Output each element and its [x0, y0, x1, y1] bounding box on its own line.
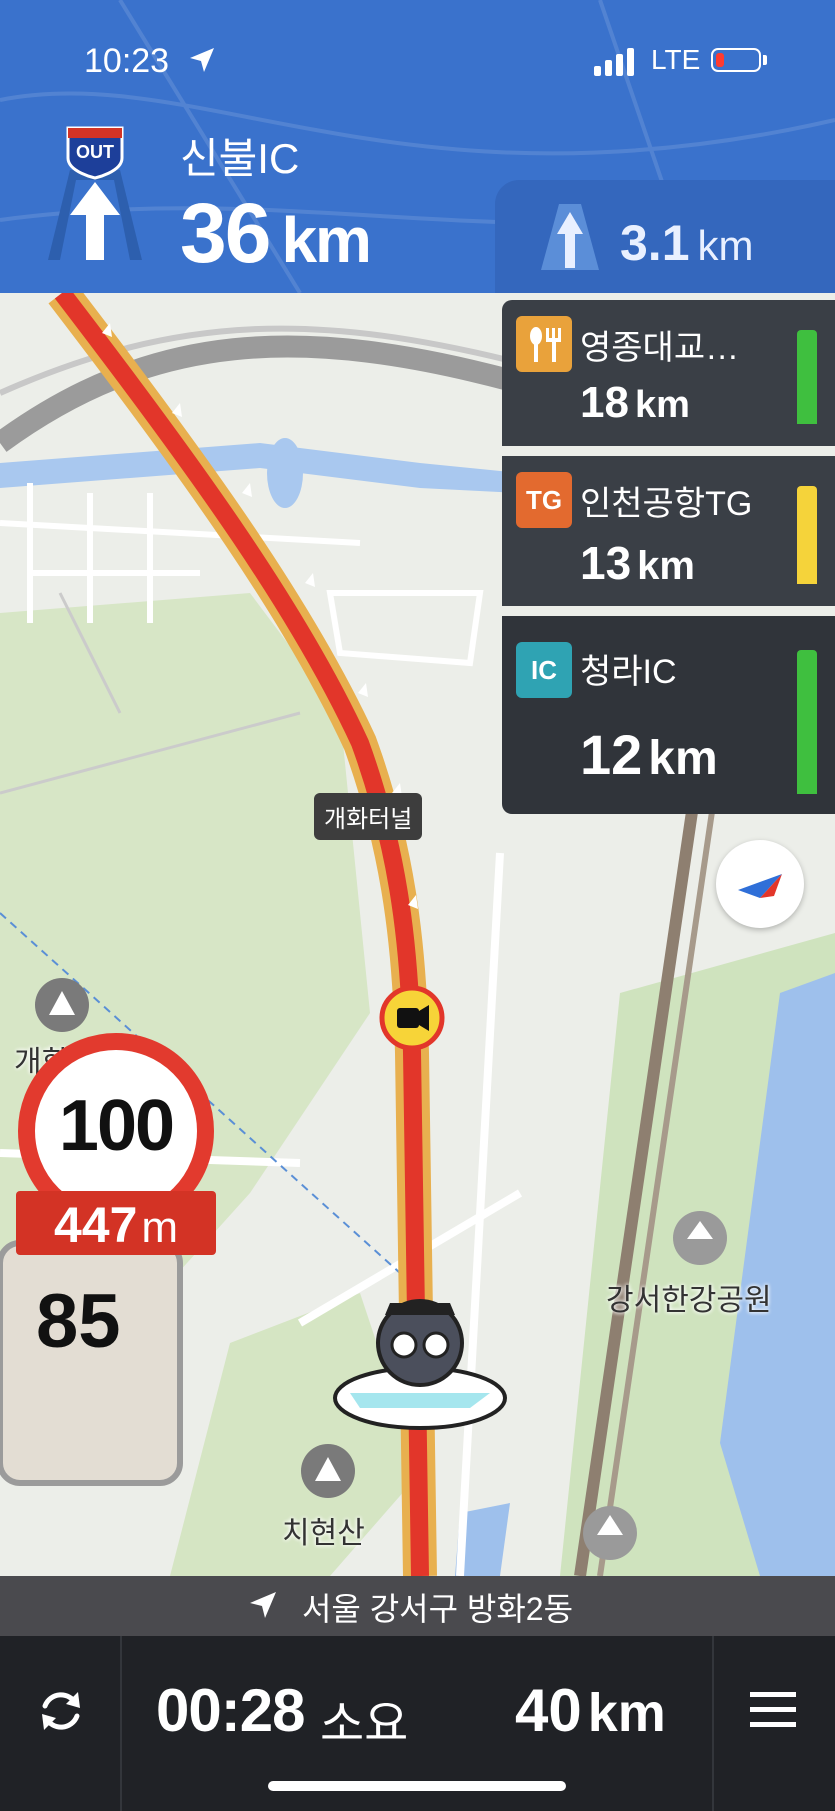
- exit-badge: OUT: [76, 142, 114, 162]
- traffic-bar: [797, 650, 817, 794]
- facility-distance-unit: km: [637, 544, 695, 588]
- map-label-park: 강서한강공원: [606, 1284, 772, 1317]
- facility-distance: 12 km: [580, 722, 718, 787]
- compass-icon: [738, 874, 782, 898]
- next-exit-distance-unit: km: [281, 204, 371, 276]
- facility-distance-value: 18: [580, 378, 629, 427]
- remaining-distance: 40 km: [515, 1676, 666, 1745]
- location-arrow-icon: [190, 48, 214, 72]
- interchange-icon: IC: [516, 642, 572, 698]
- next-exit-name: 신불IC: [180, 135, 300, 182]
- status-time: 10:23: [84, 42, 170, 80]
- battery-icon: [711, 48, 761, 72]
- camera-distance-unit: m: [141, 1203, 179, 1252]
- home-indicator[interactable]: [268, 1781, 566, 1791]
- elapsed-time: 00:28: [156, 1677, 305, 1744]
- map-label-mountain: 치현산: [282, 1517, 365, 1550]
- camera-distance: 447m: [16, 1196, 216, 1254]
- remaining-distance-unit: km: [587, 1683, 666, 1743]
- facility-item-interchange[interactable]: IC 청라IC 12 km: [502, 616, 835, 814]
- refresh-icon: [42, 1692, 80, 1730]
- traffic-bar: [797, 486, 817, 584]
- next-exit-distance: 36 km: [180, 185, 372, 282]
- lane-distance-unit: km: [697, 222, 754, 269]
- current-address: 서울 강서구 방화2동: [301, 1591, 574, 1627]
- facility-item-tollgate[interactable]: TG 인천공항TG 13 km: [502, 456, 835, 606]
- facility-distance-value: 12: [580, 723, 643, 786]
- remaining-distance-value: 40: [515, 1677, 582, 1744]
- network-label: LTE: [651, 44, 701, 75]
- divider: [120, 1636, 122, 1811]
- speed-limit-value: 100: [58, 1086, 175, 1166]
- facility-name: 인천공항TG: [580, 485, 753, 523]
- facility-item-rest-area[interactable]: 영종대교… 18 km: [502, 300, 835, 446]
- tollgate-icon: TG: [516, 472, 572, 528]
- facility-distance-unit: km: [634, 384, 690, 426]
- next-exit-distance-value: 36: [180, 186, 271, 280]
- traffic-bar: [797, 330, 817, 424]
- facility-name: 청라IC: [580, 653, 677, 691]
- facility-distance-unit: km: [648, 732, 718, 785]
- compass-button[interactable]: [716, 840, 804, 928]
- reroute-button[interactable]: [0, 1636, 120, 1786]
- elapsed-time-label: 소요: [320, 1698, 409, 1751]
- facility-distance: 18 km: [580, 378, 690, 428]
- exit-direction-sign: OUT: [30, 120, 160, 270]
- facility-distance: 13 km: [580, 536, 695, 590]
- facility-name: 영종대교…: [580, 329, 740, 367]
- menu-icon: [750, 1692, 796, 1727]
- facility-distance-value: 13: [580, 537, 632, 589]
- battery-cap: [763, 55, 767, 65]
- lane-arrow-icon: [541, 204, 599, 270]
- camera-distance-value: 447: [53, 1197, 138, 1253]
- lane-distance: 3.1 km: [620, 214, 754, 272]
- tunnel-label: 개화터널: [314, 793, 423, 840]
- menu-button[interactable]: [712, 1636, 835, 1786]
- lane-distance-value: 3.1: [620, 215, 690, 271]
- current-speed: 85: [36, 1279, 121, 1364]
- signal-icon: [594, 48, 638, 76]
- restaurant-icon: [516, 316, 572, 372]
